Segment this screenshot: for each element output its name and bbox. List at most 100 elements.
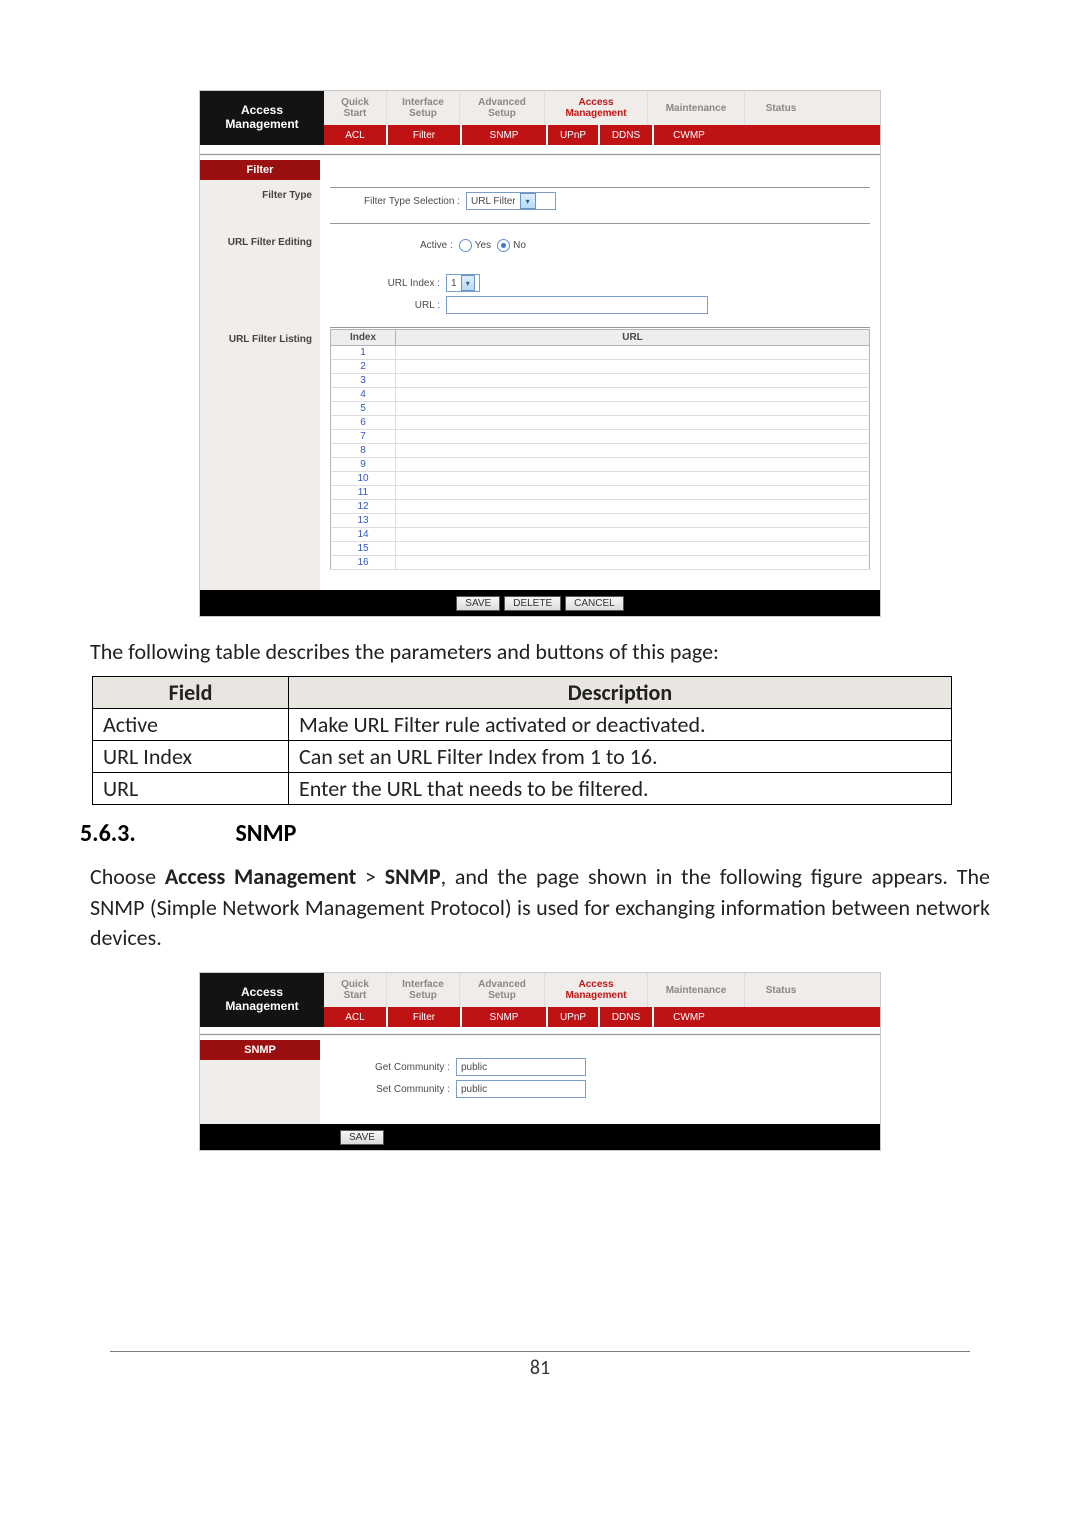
chevron-down-icon: ▾	[461, 275, 475, 291]
listing-index-link[interactable]: 10	[331, 472, 396, 485]
brand-line2: Management	[225, 1000, 298, 1014]
active-no-radio[interactable]	[497, 239, 510, 252]
chevron-down-icon: ▾	[520, 193, 536, 209]
main-tabs: Quick Start Interface Setup Advanced Set…	[324, 91, 880, 125]
main-tabs: Quick Start Interface Setup Advanced Set…	[324, 973, 880, 1007]
subtab-filter[interactable]: Filter	[388, 1007, 462, 1027]
listing-index-link[interactable]: 7	[331, 430, 396, 443]
set-community-label: Set Community :	[330, 1084, 456, 1095]
listing-rows: 12345678910111213141516	[330, 346, 870, 570]
listing-index-link[interactable]: 12	[331, 500, 396, 513]
listing-index-link[interactable]: 4	[331, 388, 396, 401]
delete-button[interactable]: DELETE	[504, 596, 561, 611]
subtab-acl[interactable]: ACL	[324, 1007, 388, 1027]
listing-url-cell	[396, 458, 869, 471]
listing-index-link[interactable]: 6	[331, 416, 396, 429]
listing-index-link[interactable]: 9	[331, 458, 396, 471]
listing-index-link[interactable]: 15	[331, 542, 396, 555]
listing-index-link[interactable]: 8	[331, 444, 396, 457]
listing-url-cell	[396, 402, 869, 415]
listing-url-cell	[396, 430, 869, 443]
intro-paragraph: The following table describes the parame…	[90, 637, 990, 668]
subtab-cwmp[interactable]: CWMP	[654, 1007, 724, 1027]
subtab-snmp[interactable]: SNMP	[462, 1007, 548, 1027]
cell-field: URL Index	[93, 740, 289, 772]
tab-access-management[interactable]: Access Management	[545, 973, 648, 1007]
side-url-filter-listing: URL Filter Listing	[200, 330, 320, 349]
listing-index-link[interactable]: 5	[331, 402, 396, 415]
listing-index-link[interactable]: 16	[331, 556, 396, 569]
subtab-ddns[interactable]: DDNS	[600, 125, 654, 145]
tab-advanced-setup[interactable]: Advanced Setup	[460, 973, 545, 1007]
listing-index-link[interactable]: 2	[331, 360, 396, 373]
listing-head-index: Index	[331, 330, 396, 345]
active-yes-radio[interactable]	[459, 239, 472, 252]
listing-row: 12	[330, 500, 870, 514]
table-row: URL Enter the URL that needs to be filte…	[93, 772, 952, 804]
active-label: Active :	[420, 240, 453, 251]
url-label: URL :	[330, 300, 446, 311]
filter-type-selection-value: URL Filter	[471, 196, 516, 207]
subtab-upnp[interactable]: UPnP	[548, 125, 600, 145]
listing-index-link[interactable]: 1	[331, 346, 396, 359]
th-field: Field	[93, 676, 289, 708]
subtab-upnp[interactable]: UPnP	[548, 1007, 600, 1027]
listing-index-link[interactable]: 11	[331, 486, 396, 499]
page-number: 81	[110, 1351, 970, 1380]
tab-quick-start[interactable]: Quick Start	[324, 91, 387, 125]
subtab-acl[interactable]: ACL	[324, 125, 388, 145]
listing-index-link[interactable]: 14	[331, 528, 396, 541]
listing-index-link[interactable]: 3	[331, 374, 396, 387]
active-yes-text: Yes	[475, 240, 491, 251]
listing-row: 5	[330, 402, 870, 416]
tab-interface-setup[interactable]: Interface Setup	[387, 91, 460, 125]
filter-type-selection[interactable]: URL Filter ▾	[466, 192, 556, 210]
side-header-snmp: SNMP	[200, 1040, 320, 1060]
listing-row: 8	[330, 444, 870, 458]
subtab-filter[interactable]: Filter	[388, 125, 462, 145]
tab-quick-start[interactable]: Quick Start	[324, 973, 387, 1007]
tab-access-management[interactable]: Access Management	[545, 91, 648, 125]
listing-url-cell	[396, 346, 869, 359]
sub-tabs: ACL Filter SNMP UPnP DDNS CWMP	[324, 1007, 880, 1027]
listing-index-link[interactable]: 13	[331, 514, 396, 527]
url-index-select[interactable]: 1 ▾	[446, 274, 480, 292]
tab-status[interactable]: Status	[745, 973, 817, 1007]
th-description: Description	[289, 676, 952, 708]
listing-url-cell	[396, 444, 869, 457]
url-index-value: 1	[451, 278, 457, 289]
save-button[interactable]: SAVE	[456, 596, 500, 611]
section-heading: 5.6.3. SNMP	[80, 819, 990, 848]
listing-url-cell	[396, 514, 869, 527]
cell-desc: Can set an URL Filter Index from 1 to 16…	[289, 740, 952, 772]
get-community-label: Get Community :	[330, 1062, 456, 1073]
snmp-screenshot: Access Management Quick Start Interface …	[199, 972, 881, 1151]
listing-url-cell	[396, 360, 869, 373]
sub-tabs: ACL Filter SNMP UPnP DDNS CWMP	[324, 125, 880, 145]
subtab-snmp[interactable]: SNMP	[462, 125, 548, 145]
tab-maintenance[interactable]: Maintenance	[648, 91, 745, 125]
listing-url-cell	[396, 388, 869, 401]
active-no-text: No	[513, 240, 526, 251]
listing-row: 7	[330, 430, 870, 444]
tab-advanced-setup[interactable]: Advanced Setup	[460, 91, 545, 125]
filter-footer: SAVE DELETE CANCEL	[200, 590, 880, 616]
listing-url-cell	[396, 416, 869, 429]
url-index-label: URL Index :	[330, 278, 446, 289]
listing-url-cell	[396, 556, 869, 569]
listing-head: Index URL	[330, 329, 870, 346]
listing-url-cell	[396, 472, 869, 485]
set-community-input[interactable]: public	[456, 1080, 586, 1098]
get-community-input[interactable]: public	[456, 1058, 586, 1076]
save-button[interactable]: SAVE	[340, 1130, 384, 1145]
listing-row: 4	[330, 388, 870, 402]
cancel-button[interactable]: CANCEL	[565, 596, 624, 611]
tab-maintenance[interactable]: Maintenance	[648, 973, 745, 1007]
tab-status[interactable]: Status	[745, 91, 817, 125]
url-input[interactable]	[446, 296, 708, 314]
subtab-cwmp[interactable]: CWMP	[654, 125, 724, 145]
subtab-ddns[interactable]: DDNS	[600, 1007, 654, 1027]
listing-row: 1	[330, 346, 870, 360]
snmp-paragraph: Choose Access Management > SNMP, and the…	[90, 862, 990, 954]
tab-interface-setup[interactable]: Interface Setup	[387, 973, 460, 1007]
